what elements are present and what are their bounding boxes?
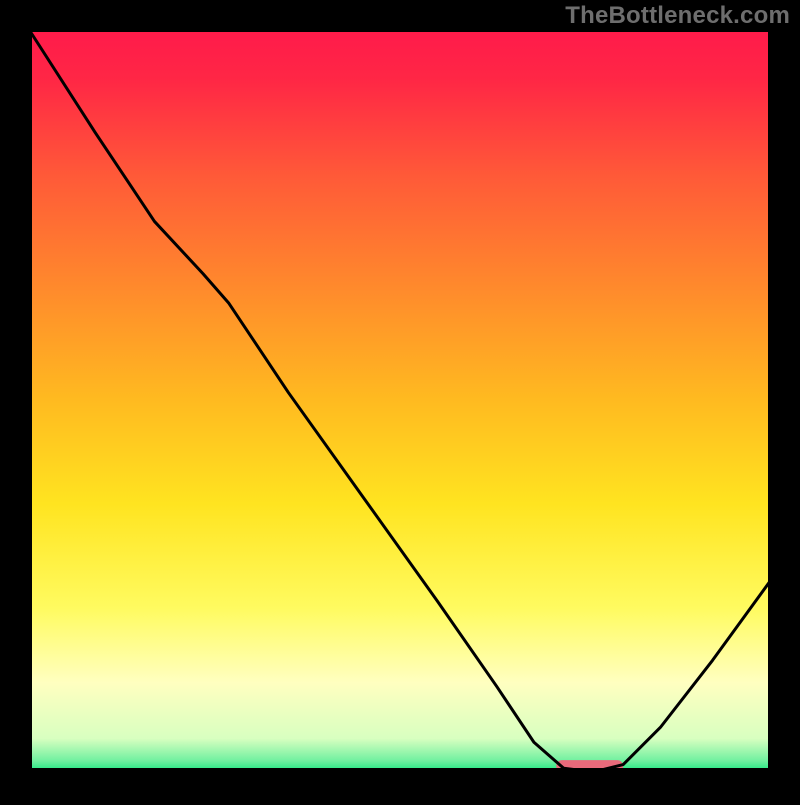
bottleneck-chart	[0, 0, 800, 800]
chart-frame: TheBottleneck.com	[0, 0, 800, 800]
plot-background	[28, 28, 772, 772]
watermark-text: TheBottleneck.com	[565, 2, 790, 30]
